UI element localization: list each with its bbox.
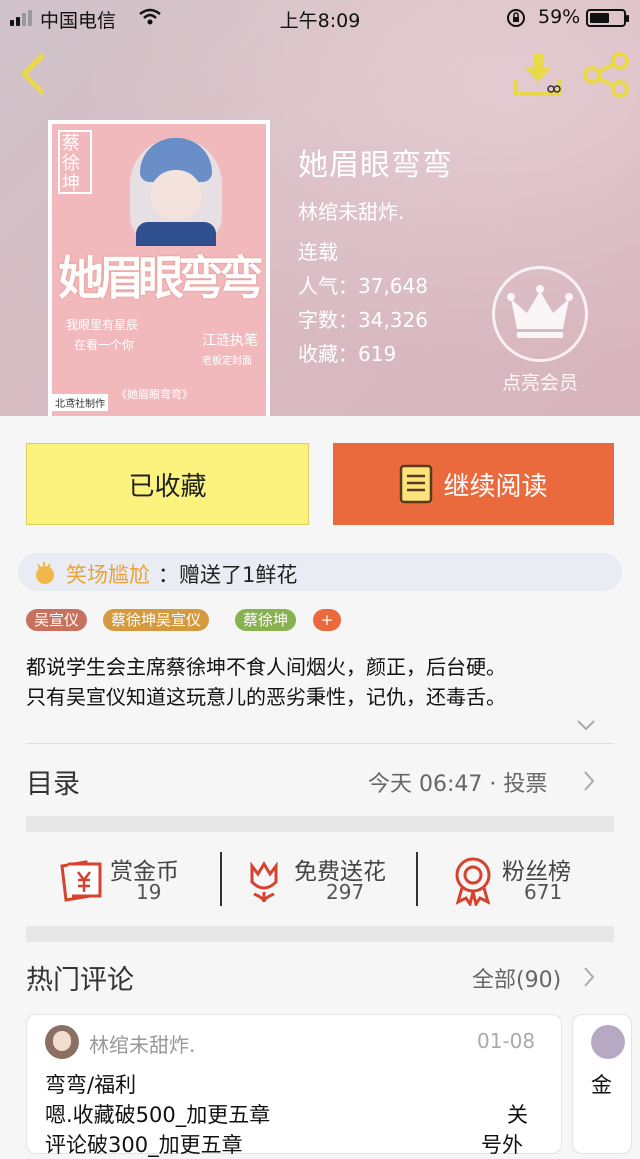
chevron-right-icon[interactable] <box>582 770 596 792</box>
comment-card[interactable]: 林绾未甜炸. 01-08 弯弯/福利 嗯.收藏破500_加更五章 评论破300_… <box>26 1014 562 1157</box>
comment-line: 弯弯/福利 <box>45 1073 137 1097</box>
gift-notice[interactable]: 笑场尴尬 ：赠送了1鲜花 <box>18 553 622 591</box>
cover-side-title: 蔡徐坤 <box>62 133 80 194</box>
battery-icon <box>586 9 629 27</box>
section-separator <box>26 926 614 942</box>
clap-icon <box>36 562 54 584</box>
cover-line2: 在看一个你 <box>74 338 135 352</box>
all-comments-link[interactable]: 全部(90) <box>472 962 561 994</box>
favorited-button-label: 已收藏 <box>128 471 207 502</box>
hot-comments-title: 热门评论 <box>26 965 134 996</box>
stat-value: 297 <box>326 880 365 904</box>
divider <box>26 743 614 744</box>
download-icon[interactable] <box>513 52 563 98</box>
comment-line: 金 <box>591 1073 612 1097</box>
book-status: 连载 <box>298 240 338 264</box>
gift-message: ：赠送了1鲜花 <box>158 563 298 587</box>
book-icon <box>400 464 433 504</box>
book-popularity: 人气：37,648 <box>298 274 428 298</box>
chevron-right-icon[interactable] <box>582 966 596 988</box>
gift-user[interactable]: 笑场尴尬 <box>66 559 150 589</box>
flower-icon <box>250 861 278 903</box>
stat-value: 19 <box>136 880 162 904</box>
crown-icon <box>507 285 573 338</box>
intro-line: 都说学生会主席蔡徐坤不食人间烟火，颜正，后台硬。 <box>26 655 506 679</box>
book-favorites: 收藏：619 <box>298 342 397 366</box>
add-tag-button[interactable]: + <box>313 609 341 631</box>
continue-reading-label: 继续阅读 <box>443 471 548 502</box>
cover-line4: 老板定封面 <box>202 356 252 367</box>
cover-studio: 北鸢社制作 <box>52 394 108 411</box>
fan-ranking-button[interactable]: 粉丝榜 671 <box>452 852 592 908</box>
award-icon <box>455 857 491 906</box>
status-bar: 中国电信 上午8:09 59% <box>0 0 640 36</box>
continue-reading-button[interactable]: 继续阅读 <box>333 443 614 525</box>
catalog-title[interactable]: 目录 <box>26 762 80 801</box>
cover-big-title: 她眉眼弯弯 <box>58 251 264 305</box>
book-intro: 都说学生会主席蔡徐坤不食人间烟火，颜正，后台硬。 只有吴宣仪知道这玩意儿的恶劣秉… <box>26 652 616 712</box>
cover-portrait <box>130 138 222 246</box>
section-separator <box>26 816 614 832</box>
cover-line3: 江涟执笔 <box>202 333 258 349</box>
coin-icon <box>60 860 102 902</box>
book-word-count: 字数：34,326 <box>298 308 428 332</box>
avatar[interactable] <box>45 1025 79 1059</box>
battery-percent: 59% <box>538 6 581 28</box>
tag-item[interactable]: 吴宣仪 <box>26 609 88 631</box>
stat-value: 671 <box>524 880 563 904</box>
cover-bottom-title: 《她眉眼弯弯》 <box>116 388 193 401</box>
tag-item[interactable]: 蔡徐坤吴宣仪 <box>103 609 210 631</box>
rotation-lock-icon <box>507 9 525 27</box>
book-cover[interactable]: 蔡徐坤 她眉眼弯弯 我眼里有星辰 在看一个你 江涟执笔 老板定封面 《她眉眼弯弯… <box>48 120 270 416</box>
favorited-button[interactable]: 已收藏 <box>26 443 309 525</box>
comment-user[interactable]: 林绾未甜炸. <box>89 1029 195 1058</box>
comment-date: 01-08 <box>477 1029 536 1053</box>
comment-line: 关 <box>507 1103 528 1127</box>
chevron-left-icon[interactable] <box>16 52 50 96</box>
comment-line: 号外 <box>481 1133 523 1157</box>
book-title: 她眉眼弯弯 <box>298 148 453 183</box>
stat-divider <box>416 852 418 906</box>
intro-line: 只有吴宣仪知道这玩意儿的恶劣秉性，记仇，还毒舌。 <box>26 685 506 709</box>
free-flower-button[interactable]: 免费送花 297 <box>244 852 414 908</box>
comment-line: 评论破300_加更五章 <box>45 1133 243 1157</box>
cover-line1: 我眼里有星辰 <box>66 318 139 332</box>
cover-artwork: 蔡徐坤 她眉眼弯弯 我眼里有星辰 在看一个你 江涟执笔 老板定封面 《她眉眼弯弯… <box>52 124 266 416</box>
share-icon[interactable] <box>582 52 630 98</box>
stat-divider <box>220 852 222 906</box>
avatar[interactable] <box>591 1025 625 1059</box>
reward-coins-button[interactable]: 赏金币 19 <box>56 852 216 908</box>
catalog-update[interactable]: 今天 06:47 · 投票 <box>368 766 547 798</box>
membership-badge[interactable] <box>492 266 588 362</box>
membership-label[interactable]: 点亮会员 <box>478 368 602 395</box>
chevron-down-icon[interactable] <box>576 718 596 732</box>
book-author[interactable]: 林绾未甜炸. <box>298 196 404 225</box>
tag-item[interactable]: 蔡徐坤 <box>235 609 297 631</box>
comment-line: 嗯.收藏破500_加更五章 <box>45 1103 271 1127</box>
comment-card[interactable]: 金 <box>572 1014 632 1154</box>
